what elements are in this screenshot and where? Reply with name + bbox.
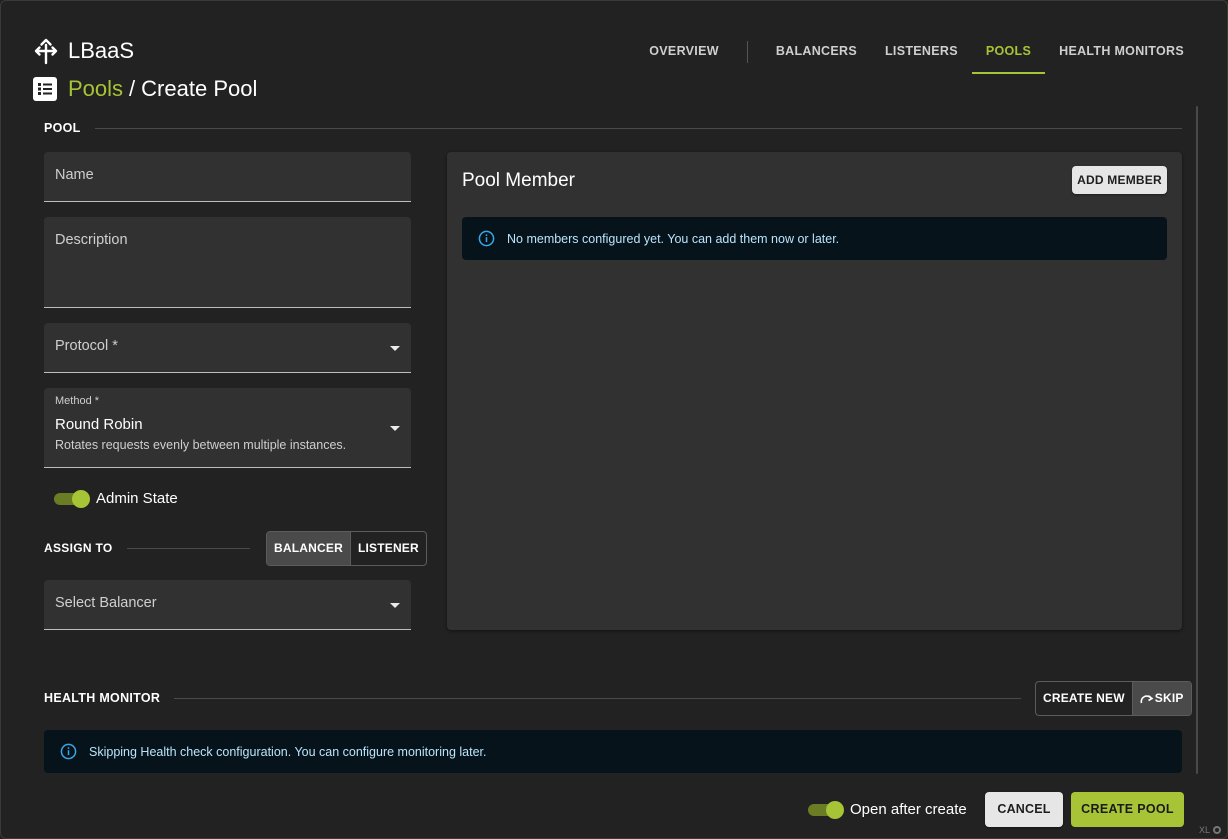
breadcrumb-pools-link[interactable]: Pools — [68, 76, 123, 102]
health-monitor-info-alert: Skipping Health check configuration. You… — [44, 730, 1182, 773]
redo-skip-icon — [1140, 694, 1154, 703]
pool-section-header: POOL — [44, 120, 1182, 136]
tab-listeners[interactable]: LISTENERS — [871, 30, 972, 74]
pool-member-title: Pool Member — [462, 170, 575, 191]
gear-icon — [1213, 826, 1221, 834]
admin-state-toggle[interactable] — [54, 490, 90, 508]
app-title: LBaaS — [68, 38, 135, 63]
page-title: Create Pool — [141, 76, 258, 101]
pool-member-panel: Pool Member ADD MEMBER No members config… — [447, 152, 1182, 630]
open-after-create-label: Open after create — [850, 801, 967, 818]
arrows-split-icon — [34, 38, 58, 65]
balancer-select-label: Select Balancer — [55, 595, 157, 611]
method-select-hint: Rotates requests evenly between multiple… — [55, 438, 347, 452]
breadcrumb-separator: / — [129, 76, 136, 101]
pool-member-info-alert: No members configured yet. You can add t… — [462, 217, 1167, 260]
health-monitor-label: HEALTH MONITOR — [44, 691, 161, 705]
health-monitor-toggle-group: CREATE NEW SKIP — [1035, 681, 1192, 716]
section-divider — [174, 697, 1021, 699]
method-select-label: Method * — [55, 395, 100, 407]
chevron-down-icon — [390, 346, 400, 351]
info-icon — [60, 743, 77, 760]
info-icon — [478, 230, 495, 247]
health-monitor-info-text: Skipping Health check configuration. You… — [89, 744, 487, 759]
chevron-down-icon — [390, 426, 400, 431]
method-select[interactable]: Method * Round Robin Rotates requests ev… — [44, 388, 411, 468]
assign-listener-button[interactable]: LISTENER — [349, 532, 426, 565]
assign-to-toggle-group: BALANCER LISTENER — [266, 531, 427, 566]
description-field-label: Description — [55, 232, 128, 248]
section-divider — [94, 127, 1182, 129]
create-new-monitor-button[interactable]: CREATE NEW — [1036, 682, 1132, 715]
breadcrumb: Pools / Create Pool — [32, 74, 257, 104]
name-field-label: Name — [55, 167, 94, 183]
description-field[interactable]: Description — [44, 217, 411, 308]
breakpoint-badge: XL — [1199, 825, 1222, 835]
scrollbar[interactable] — [1196, 106, 1198, 774]
assign-to-header: ASSIGN TO — [44, 540, 250, 556]
name-field[interactable]: Name — [44, 152, 411, 202]
open-after-create-toggle[interactable] — [808, 801, 844, 819]
tab-health-monitors[interactable]: HEALTH MONITORS — [1045, 30, 1198, 74]
list-icon — [33, 77, 57, 101]
protocol-select-label: Protocol * — [55, 338, 118, 354]
pool-section-label: POOL — [44, 121, 81, 135]
assign-balancer-button[interactable]: BALANCER — [267, 532, 350, 565]
tab-pools[interactable]: POOLS — [971, 30, 1046, 74]
skip-monitor-label: SKIP — [1154, 691, 1184, 705]
section-divider — [126, 547, 250, 549]
tab-overview[interactable]: OVERVIEW — [635, 30, 733, 74]
toggle-thumb — [72, 490, 90, 508]
breakpoint-badge-text: XL — [1198, 825, 1210, 835]
add-member-button[interactable]: ADD MEMBER — [1072, 166, 1167, 194]
create-pool-button[interactable]: CREATE POOL — [1071, 792, 1184, 827]
main-nav: OVERVIEW BALANCERS LISTENERS POOLS HEALT… — [635, 30, 1198, 74]
balancer-select[interactable]: Select Balancer — [44, 580, 411, 630]
assign-to-label: ASSIGN TO — [44, 541, 113, 555]
nav-divider — [746, 41, 748, 63]
method-select-value: Round Robin — [55, 416, 143, 433]
cancel-button[interactable]: CANCEL — [985, 792, 1063, 827]
toggle-thumb — [826, 801, 844, 819]
pool-member-info-text: No members configured yet. You can add t… — [507, 231, 840, 246]
tab-balancers[interactable]: BALANCERS — [762, 30, 871, 74]
protocol-select[interactable]: Protocol * — [44, 323, 411, 373]
health-monitor-header: HEALTH MONITOR — [44, 690, 1021, 706]
chevron-down-icon — [390, 603, 400, 608]
admin-state-label: Admin State — [96, 490, 178, 507]
skip-monitor-button[interactable]: SKIP — [1131, 682, 1191, 715]
